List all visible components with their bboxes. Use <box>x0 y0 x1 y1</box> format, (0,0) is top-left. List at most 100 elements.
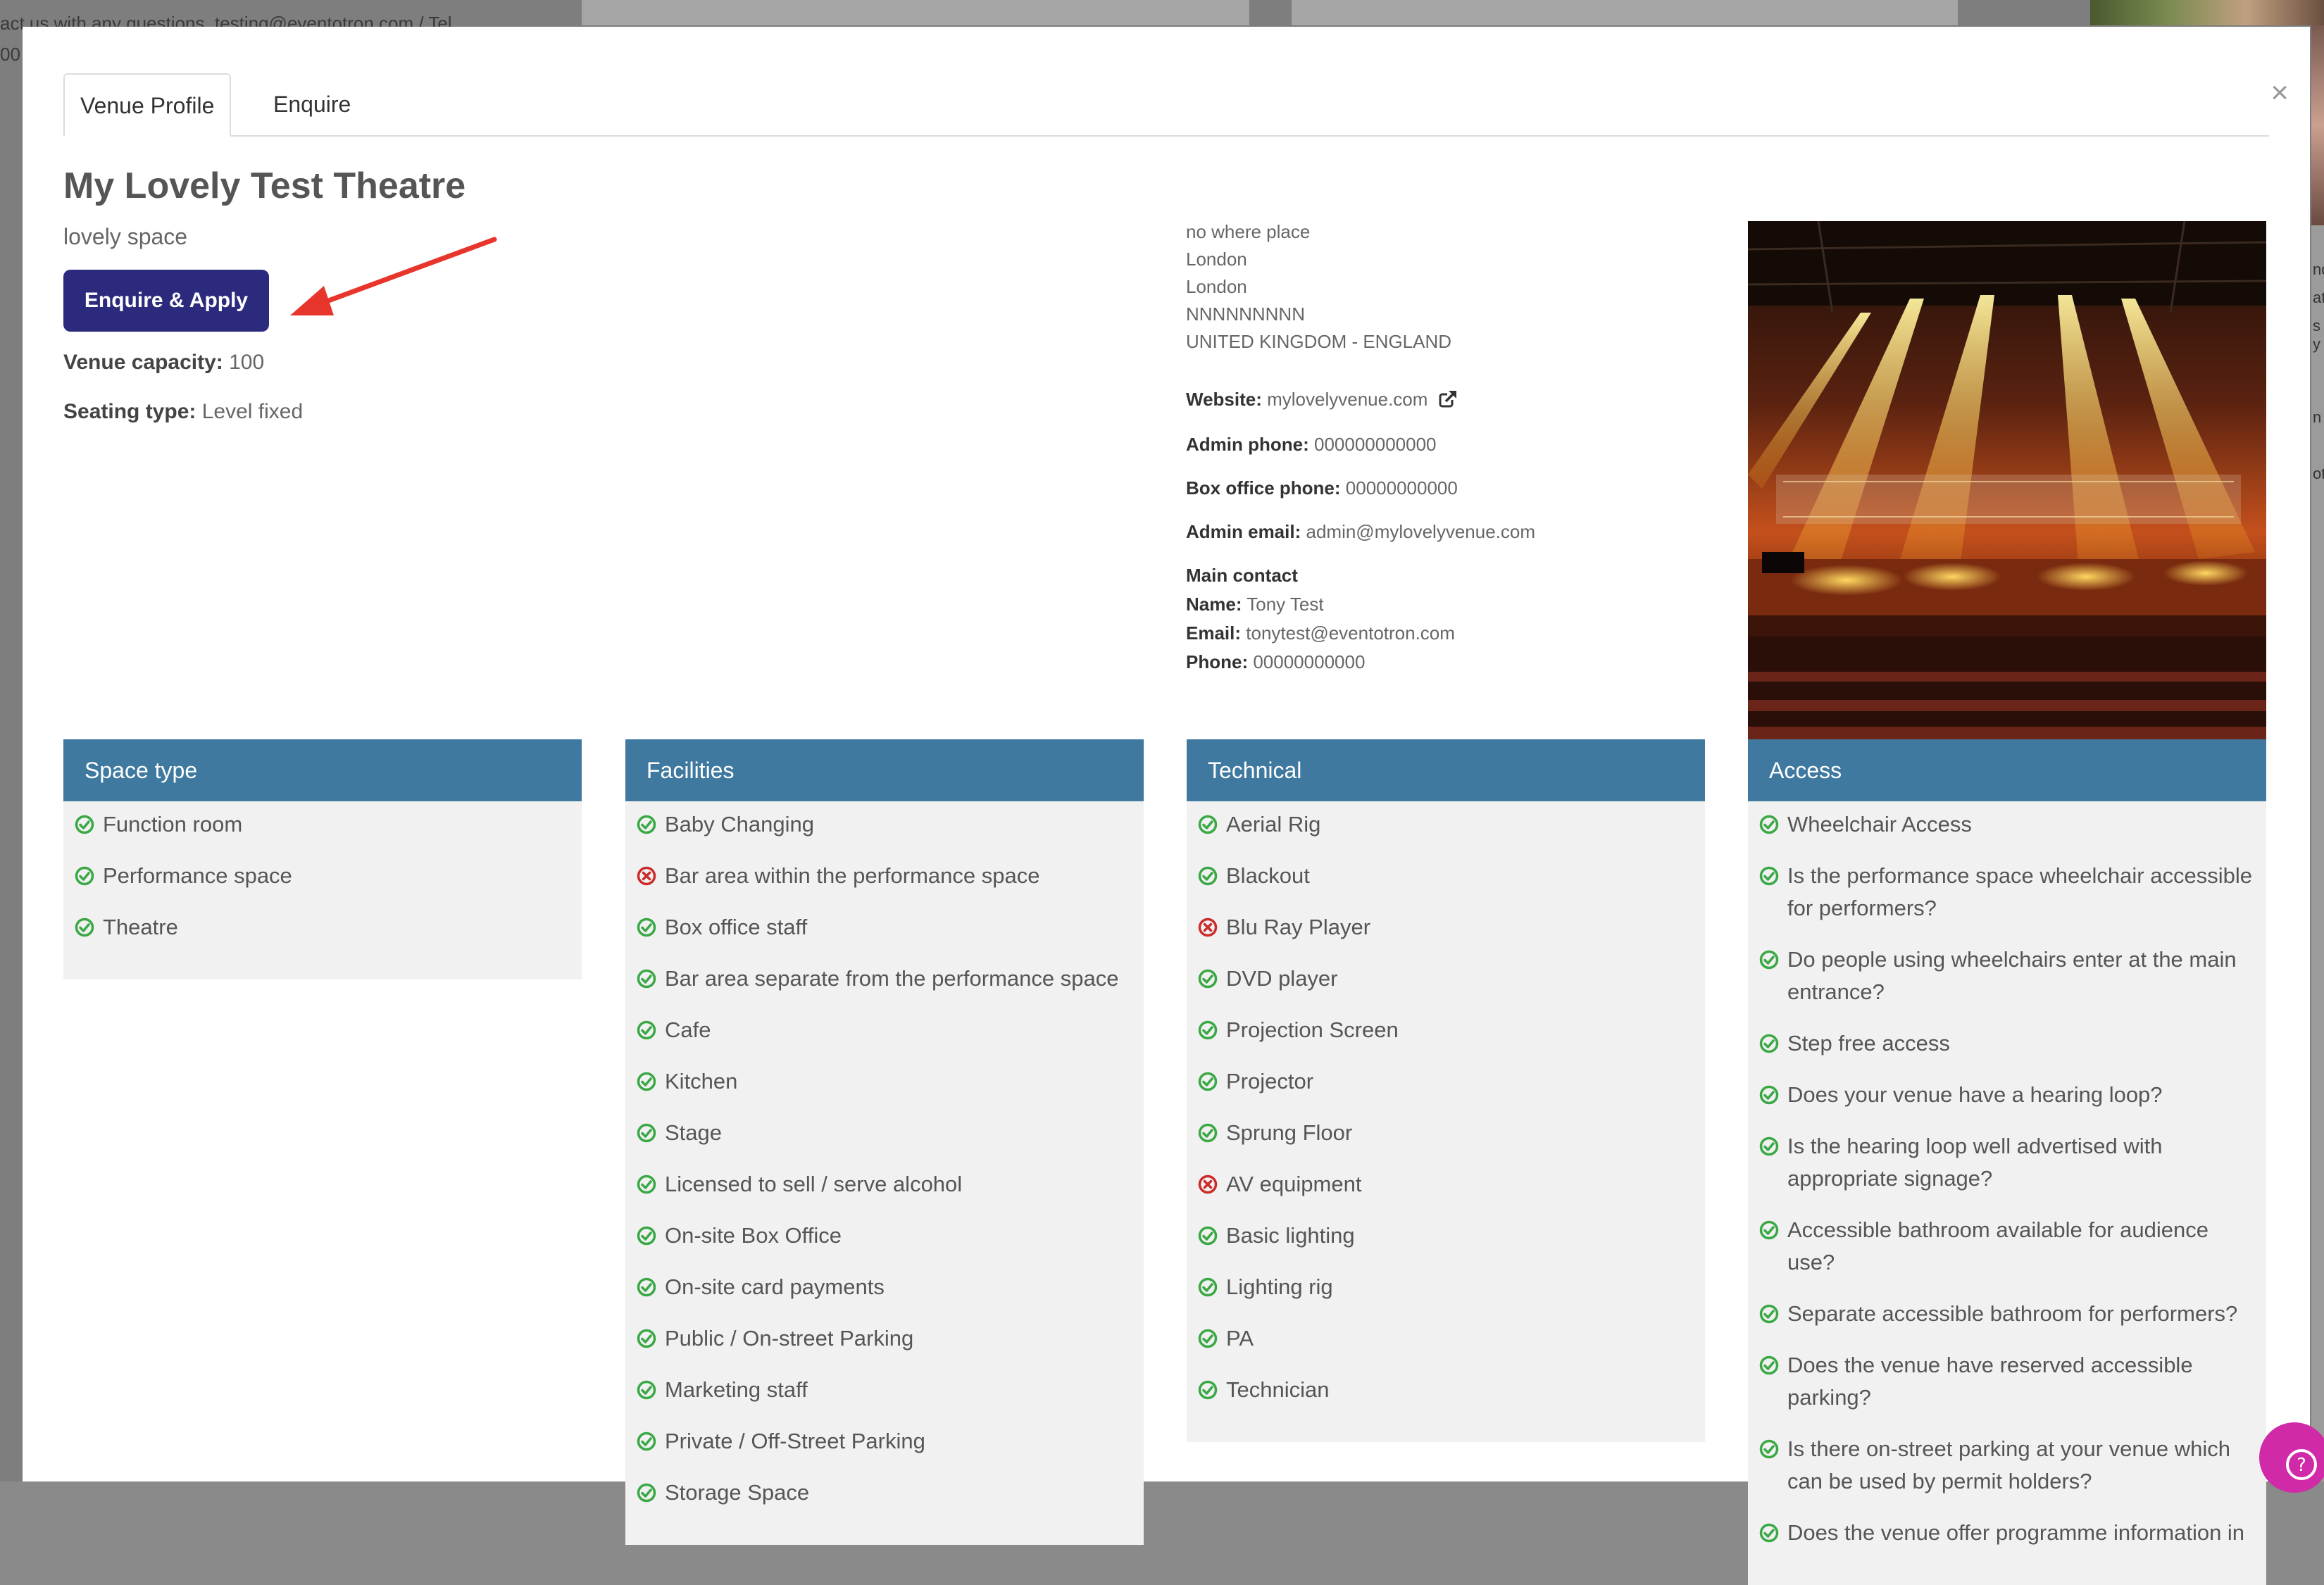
list-item-label: On-site card payments <box>665 1274 885 1299</box>
check-circle-icon <box>1198 1226 1218 1246</box>
list-item: Sprung Floor <box>1198 1117 1694 1149</box>
panel-access: Access Wheelchair Access Is the performan… <box>1748 739 2266 1585</box>
check-circle-icon <box>75 866 94 886</box>
list-item: PA <box>1198 1322 1694 1355</box>
enquire-apply-button[interactable]: Enquire & Apply <box>63 270 269 332</box>
phone-value: 00000000000 <box>1253 651 1366 672</box>
list-item-label: Private / Off-Street Parking <box>665 1429 925 1453</box>
venue-title: My Lovely Test Theatre <box>63 165 466 206</box>
list-item-label: Performance space <box>103 863 292 888</box>
check-circle-icon <box>637 917 656 937</box>
check-circle-icon <box>637 1483 656 1503</box>
list-item: Box office staff <box>637 911 1132 944</box>
list-item-label: Bar area within the performance space <box>665 863 1040 888</box>
panel-list: Wheelchair Access Is the performance spac… <box>1748 801 2266 1585</box>
list-item: Blu Ray Player <box>1198 911 1694 944</box>
list-item: Projection Screen <box>1198 1014 1694 1046</box>
check-circle-icon <box>1759 1220 1779 1240</box>
list-item-label: Marketing staff <box>665 1377 808 1402</box>
check-circle-icon <box>1198 815 1218 834</box>
list-item-label: Projection Screen <box>1226 1017 1399 1042</box>
list-item: Cafe <box>637 1014 1132 1046</box>
contact-email-row: Email: tonytest@eventotron.com <box>1186 622 1455 644</box>
check-circle-icon <box>1759 1304 1779 1324</box>
check-circle-icon <box>75 815 94 834</box>
list-item: Baby Changing <box>637 808 1132 841</box>
list-item-label: PA <box>1226 1326 1254 1351</box>
phone-label: Phone: <box>1186 651 1249 672</box>
panel-header: Facilities <box>625 739 1144 801</box>
check-circle-icon <box>637 1072 656 1091</box>
list-item-label: Does your venue have a hearing loop? <box>1787 1082 2163 1107</box>
list-item-label: AV equipment <box>1226 1172 1362 1196</box>
check-circle-icon <box>637 969 656 989</box>
check-circle-icon <box>637 1329 656 1348</box>
list-item: Is there on-street parking at your venue… <box>1759 1433 2255 1498</box>
seating-label: Seating type: <box>63 400 196 423</box>
list-item: Theatre <box>75 911 570 944</box>
list-item-label: On-site Box Office <box>665 1223 842 1248</box>
question-icon[interactable]: ? <box>2259 1422 2324 1493</box>
list-item-label: Accessible bathroom available for audien… <box>1787 1217 2209 1274</box>
list-item: Marketing staff <box>637 1374 1132 1406</box>
website-row: Website: mylovelyvenue.com <box>1186 389 1457 411</box>
panel-facilities: Facilities Baby Changing Bar area within … <box>625 739 1144 1545</box>
email-label: Email: <box>1186 622 1242 644</box>
list-item: Do people using wheelchairs enter at the… <box>1759 944 2255 1008</box>
list-item-label: Kitchen <box>665 1069 738 1094</box>
list-item-label: Blackout <box>1226 863 1310 888</box>
svg-text:?: ? <box>2297 1455 2306 1476</box>
close-icon[interactable]: × <box>2270 77 2289 108</box>
list-item-label: Blu Ray Player <box>1226 915 1371 939</box>
panel-header: Space type <box>63 739 582 801</box>
name-label: Name: <box>1186 594 1242 615</box>
check-circle-icon <box>1759 866 1779 886</box>
list-item-label: Sprung Floor <box>1226 1120 1353 1145</box>
check-circle-icon <box>1759 1085 1779 1105</box>
admin-email-row: Admin email: admin@mylovelyvenue.com <box>1186 521 1535 543</box>
address-line: no where place <box>1186 221 1311 242</box>
address-line: UNITED KINGDOM - ENGLAND <box>1186 331 1452 352</box>
list-item: AV equipment <box>1198 1168 1694 1201</box>
list-item-label: Projector <box>1226 1069 1314 1094</box>
list-item: Bar area separate from the performance s… <box>637 963 1132 995</box>
list-item-label: Bar area separate from the performance s… <box>665 966 1119 991</box>
address-line: London <box>1186 276 1247 297</box>
check-circle-icon <box>637 1380 656 1400</box>
list-item-label: Wheelchair Access <box>1787 812 1972 837</box>
list-item: Projector <box>1198 1065 1694 1098</box>
list-item: Lighting rig <box>1198 1271 1694 1303</box>
check-circle-icon <box>1198 1329 1218 1348</box>
list-item: Step free access <box>1759 1027 2255 1060</box>
check-circle-icon <box>1759 1523 1779 1543</box>
list-item: Bar area within the performance space <box>637 860 1132 892</box>
website-link[interactable]: mylovelyvenue.com <box>1267 389 1427 410</box>
panel-list: Baby Changing Bar area within the perform… <box>625 801 1144 1545</box>
external-link-icon[interactable] <box>1439 390 1457 408</box>
list-item-label: Separate accessible bathroom for perform… <box>1787 1301 2238 1326</box>
check-circle-icon <box>637 1431 656 1451</box>
list-item: DVD player <box>1198 963 1694 995</box>
main-contact-label: Main contact <box>1186 565 1298 586</box>
list-item: Performance space <box>75 860 570 892</box>
list-item: Licensed to sell / serve alcohol <box>637 1168 1132 1201</box>
tab-venue-profile[interactable]: Venue Profile <box>63 73 232 137</box>
bg-card <box>582 0 1249 25</box>
seating-value: Level fixed <box>201 400 304 423</box>
bg-right-strip <box>2311 25 2324 1481</box>
check-circle-icon <box>1759 1034 1779 1053</box>
tab-enquire[interactable]: Enquire <box>258 73 366 135</box>
bg-text-fragment: 00 <box>0 44 20 65</box>
list-item: Aerial Rig <box>1198 808 1694 841</box>
list-item-label: Does the venue offer programme informati… <box>1787 1520 2245 1545</box>
check-circle-icon <box>1198 1020 1218 1040</box>
panel-space-type: Space type Function room Performance spac… <box>63 739 582 979</box>
tab-bar: Venue Profile Enquire <box>63 73 2269 137</box>
email-value[interactable]: tonytest@eventotron.com <box>1246 622 1455 644</box>
list-item: On-site Box Office <box>637 1220 1132 1252</box>
box-office-row: Box office phone: 00000000000 <box>1186 477 1458 499</box>
check-circle-icon <box>1198 1123 1218 1143</box>
list-item: Basic lighting <box>1198 1220 1694 1252</box>
admin-email-value[interactable]: admin@mylovelyvenue.com <box>1306 521 1535 542</box>
check-circle-icon <box>1759 1136 1779 1156</box>
